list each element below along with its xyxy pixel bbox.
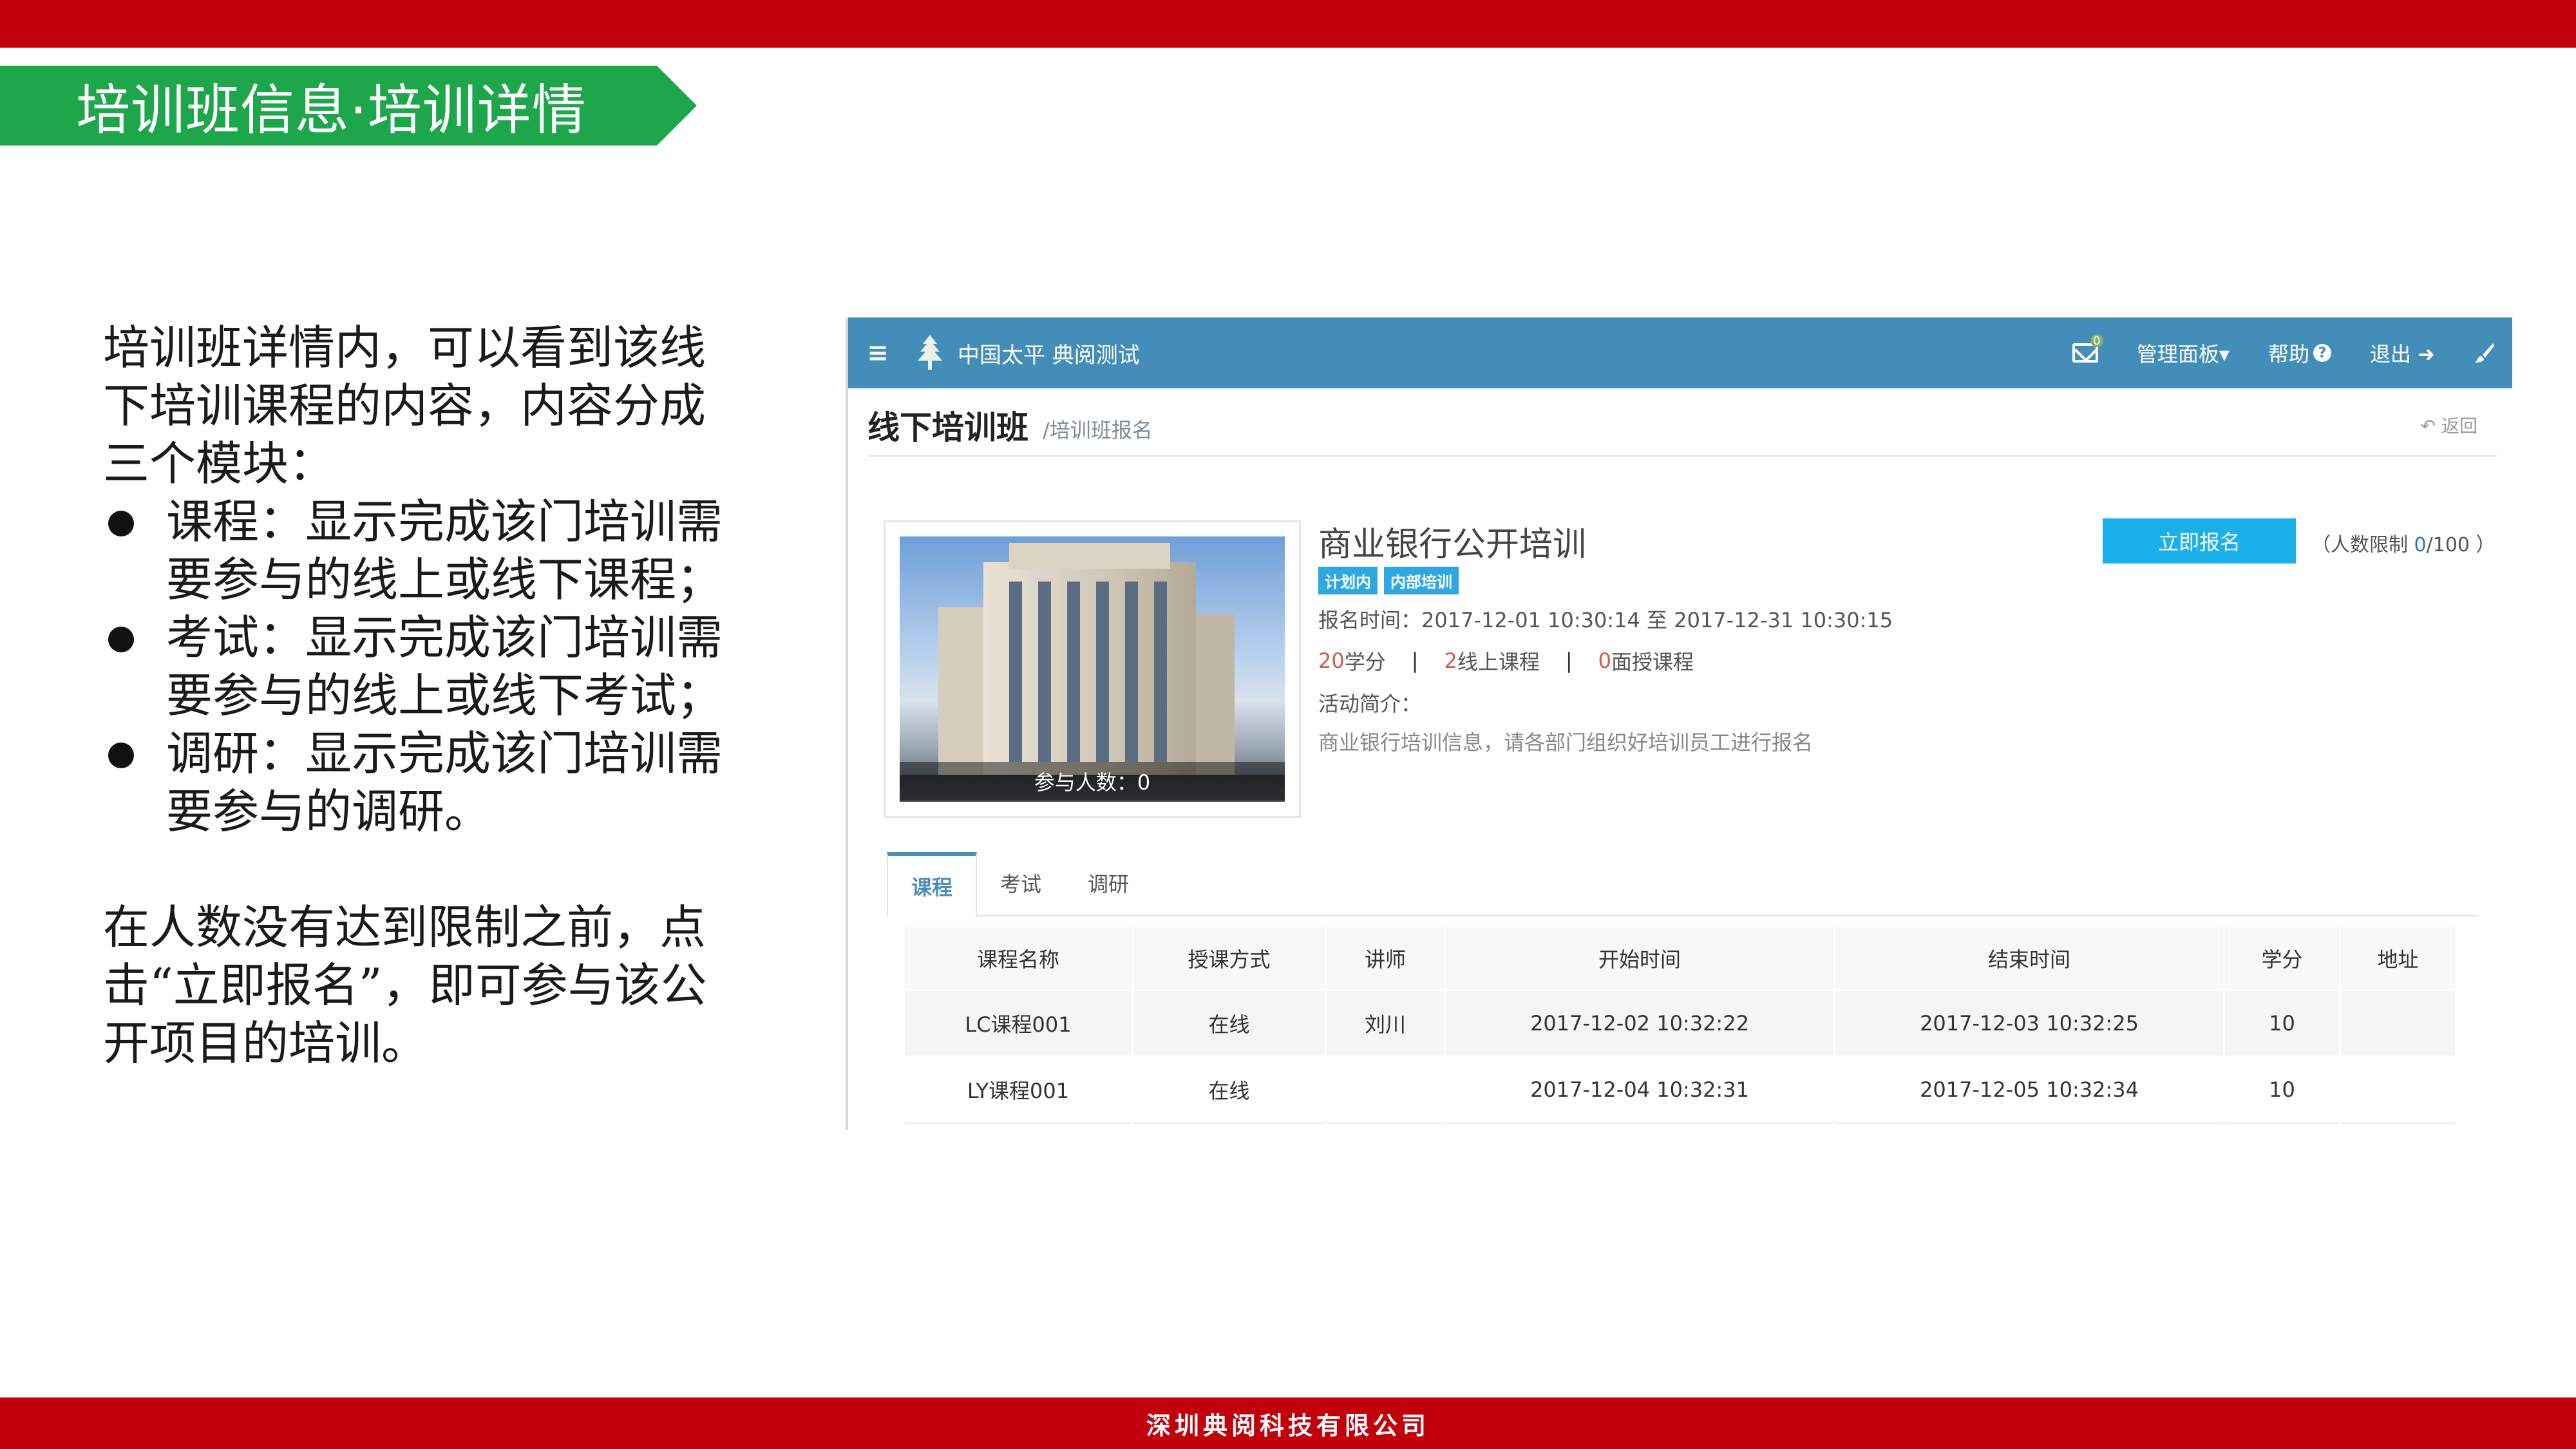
table-cell: 2017-12-03 10:32:25 [1833, 989, 2225, 1057]
description-outro: 在人数没有达到限制之前，点击“立即报名”，即可参与该公开项目的培训。 [103, 900, 707, 1070]
tag-planned: 计划内 [1318, 567, 1378, 594]
column-header[interactable]: 讲师 [1325, 925, 1446, 991]
table-cell [1325, 1056, 1446, 1124]
table-cell: LY课程001 [903, 1056, 1133, 1124]
page-title: 线下培训班 [867, 409, 1028, 446]
table-row[interactable]: LY课程001 在线 2017-12-04 10:32:31 2017-12-0… [903, 1056, 2457, 1124]
registration-time: 报名时间：2017-12-01 10:30:14 至 2017-12-31 10… [1318, 608, 1893, 632]
mail-badge: 0 [2090, 334, 2103, 348]
online-course-number: 2 [1444, 649, 1457, 673]
course-tags: 计划内 内部培训 [1318, 567, 1459, 594]
tag-internal: 内部培训 [1384, 567, 1459, 594]
table-cell: 2017-12-05 10:32:34 [1833, 1056, 2225, 1124]
column-header[interactable]: 学分 [2223, 925, 2341, 991]
table-header-row: 课程名称 授课方式 讲师 开始时间 结束时间 学分 地址 [903, 925, 2457, 991]
enrollment-limit: （人数限制 0/100 ） [2311, 534, 2496, 556]
bullet-icon [108, 511, 134, 536]
question-icon: ? [2313, 344, 2331, 362]
offline-course-label: 面授课程 [1611, 650, 1694, 674]
company-name: 深圳典阅科技有限公司 [1146, 1411, 1430, 1440]
brush-icon[interactable] [2454, 317, 2512, 388]
table-cell [2339, 1056, 2457, 1124]
table-row[interactable]: LC课程001 在线 刘川 2017-12-02 10:32:22 2017-1… [903, 989, 2457, 1057]
offline-course-number: 0 [1598, 649, 1612, 673]
module-item-survey: 调研：显示完成该门培训需要参与的调研。 [103, 724, 747, 840]
mail-icon: 0 [2072, 334, 2103, 363]
slide-description: 培训班详情内，可以看到该线下培训课程的内容，内容分成三个模块： 课程：显示完成该… [103, 319, 747, 1072]
reply-icon: ↶ [2420, 415, 2441, 437]
slide-title: 培训班信息·培训详情 [76, 78, 587, 142]
online-course-label: 线上课程 [1457, 650, 1540, 674]
module-tabs: 课程 考试 调研 [887, 852, 2477, 916]
tree-logo-icon [907, 317, 952, 388]
table-cell: LC课程001 [903, 989, 1133, 1057]
table-cell: 10 [2223, 1056, 2341, 1124]
manage-panel-menu[interactable]: 管理面板▾ [2117, 317, 2249, 388]
table-cell [2339, 989, 2457, 1057]
credits-number: 20 [1318, 649, 1345, 673]
signup-button[interactable]: 立即报名 [2103, 518, 2296, 564]
logout-button[interactable]: 退出 ➜ [2351, 317, 2454, 388]
app-brand[interactable]: 中国太平 典阅测试 [958, 337, 1140, 369]
column-header[interactable]: 授课方式 [1132, 925, 1327, 991]
participant-count: 参与人数：0 [900, 762, 1285, 800]
module-item-exam: 考试：显示完成该门培训需要参与的线上或线下考试； [103, 609, 747, 724]
help-button[interactable]: 帮助 ? [2249, 317, 2351, 388]
column-header[interactable]: 地址 [2339, 925, 2457, 991]
module-item-course: 课程：显示完成该门培训需要参与的线上或线下课程； [103, 493, 747, 609]
course-name: 商业银行公开培训 [1318, 526, 1587, 564]
intro-label: 活动简介： [1318, 692, 1422, 716]
column-header[interactable]: 结束时间 [1833, 925, 2225, 991]
enrollment-current: 0 [2414, 534, 2427, 556]
bullet-icon [108, 743, 134, 768]
top-red-bar [0, 0, 2576, 48]
table-cell: 2017-12-02 10:32:22 [1444, 989, 1835, 1057]
credits-label: 学分 [1344, 650, 1386, 674]
course-cover-image: 参与人数：0 [884, 520, 1301, 818]
bullet-icon [108, 627, 134, 652]
logout-label: 退出 ➜ [2370, 342, 2435, 366]
table-cell: 在线 [1132, 989, 1327, 1057]
course-stats: 20 学分 | 2 线上课程 | 0 面授课程 [1318, 646, 1694, 676]
column-header[interactable]: 开始时间 [1444, 925, 1835, 991]
description-intro: 培训班详情内，可以看到该线下培训课程的内容，内容分成三个模块： [103, 321, 706, 491]
table-cell: 刘川 [1325, 989, 1446, 1057]
table-cell: 10 [2223, 989, 2341, 1057]
tab-survey[interactable]: 调研 [1065, 851, 1152, 915]
menu-icon[interactable]: ≡ [848, 317, 907, 388]
notifications-button[interactable]: 0 [2053, 317, 2117, 388]
footer-bar: 深圳典阅科技有限公司 [0, 1397, 2576, 1449]
tab-exam[interactable]: 考试 [977, 851, 1065, 915]
building-photo: 参与人数：0 [900, 536, 1285, 802]
column-header[interactable]: 课程名称 [903, 925, 1133, 991]
help-label: 帮助 [2268, 342, 2309, 366]
table-cell: 在线 [1132, 1056, 1327, 1124]
course-table: 课程名称 授课方式 讲师 开始时间 结束时间 学分 地址 LC课程001 在线 … [903, 925, 2457, 1124]
page-header: 线下培训班 /培训班报名 ↶ 返回 [867, 395, 2497, 457]
app-navbar: ≡ 中国太平 典阅测试 0 管理面板▾ 帮助 ? 退出 ➜ [848, 317, 2512, 388]
app-screenshot: ≡ 中国太平 典阅测试 0 管理面板▾ 帮助 ? 退出 ➜ 线下培训班 /培训班… [846, 317, 2512, 1130]
tab-course[interactable]: 课程 [887, 852, 978, 916]
page-subtitle: /培训班报名 [1043, 418, 1153, 442]
intro-text: 商业银行培训信息，请各部门组织好培训员工进行报名 [1318, 730, 1814, 755]
module-list: 课程：显示完成该门培训需要参与的线上或线下课程； 考试：显示完成该门培训需要参与… [103, 493, 747, 840]
back-link[interactable]: ↶ 返回 [2421, 412, 2477, 438]
slide-title-ribbon: 培训班信息·培训详情 [0, 66, 697, 146]
table-cell: 2017-12-04 10:32:31 [1444, 1056, 1835, 1124]
manage-panel-label: 管理面板▾ [2136, 342, 2230, 366]
